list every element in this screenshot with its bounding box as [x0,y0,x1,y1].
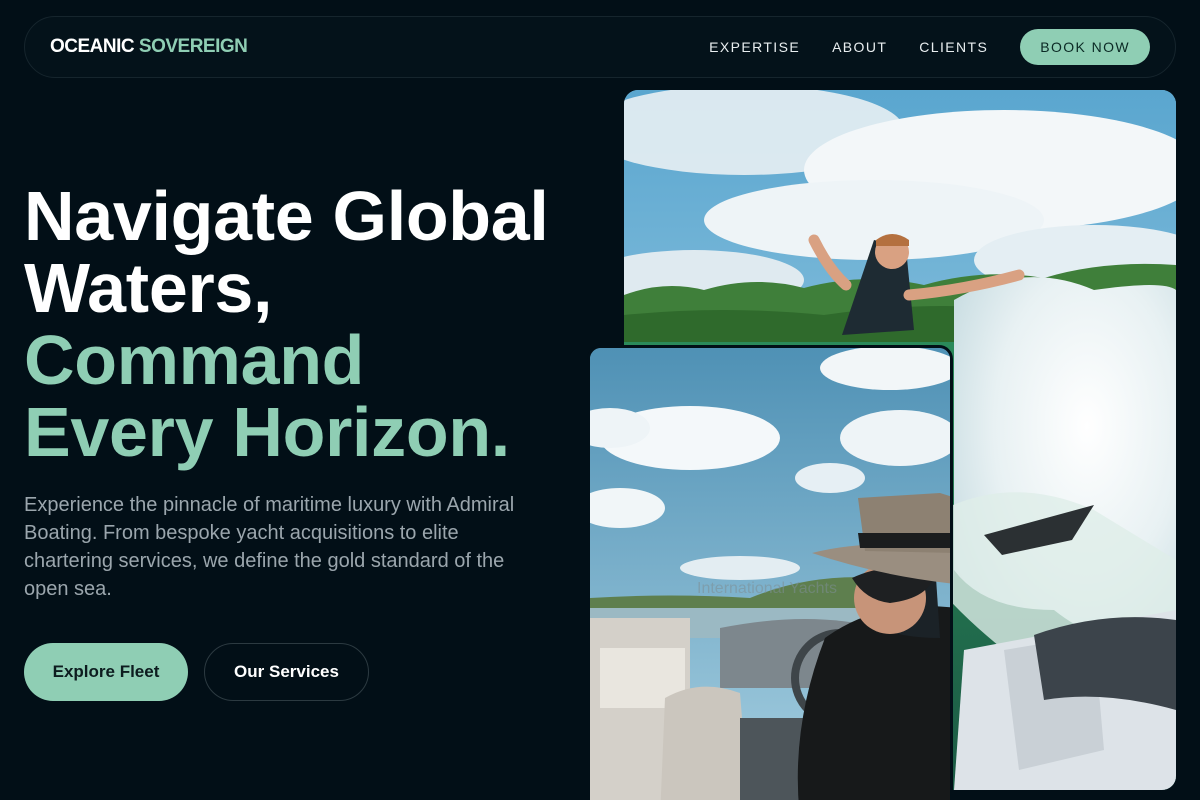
book-now-button[interactable]: BOOK NOW [1020,29,1150,65]
nav-link-expertise[interactable]: EXPERTISE [709,39,800,55]
nav-links: EXPERTISE ABOUT CLIENTS BOOK NOW [709,29,1150,65]
hero-title-line-2: Waters, [24,249,273,327]
nav-link-about[interactable]: ABOUT [832,39,887,55]
brand-part-1: OCEANIC [50,36,135,57]
our-services-button[interactable]: Our Services [204,643,369,701]
top-nav: OCEANIC SOVEREIGN EXPERTISE ABOUT CLIENT… [24,16,1176,78]
brand-part-2: SOVEREIGN [138,36,248,57]
nav-link-clients[interactable]: CLIENTS [919,39,988,55]
explore-fleet-button[interactable]: Explore Fleet [24,643,188,701]
hero-title-accent-line-1: Command [24,321,365,399]
brand-logo[interactable]: OCEANIC SOVEREIGN [50,36,248,58]
watermark-text: International Yachts [697,580,837,597]
boat-driver-photo: International Yachts [587,345,953,800]
hero-title-line-1: Navigate Global [24,177,549,255]
boat-driver-illustration: International Yachts [590,348,950,800]
hero-lead: Experience the pinnacle of maritime luxu… [24,494,515,600]
hero-title-accent-line-2: Every Horizon. [24,393,510,471]
hero-title: Navigate Global Waters, Command Every Ho… [24,180,604,468]
